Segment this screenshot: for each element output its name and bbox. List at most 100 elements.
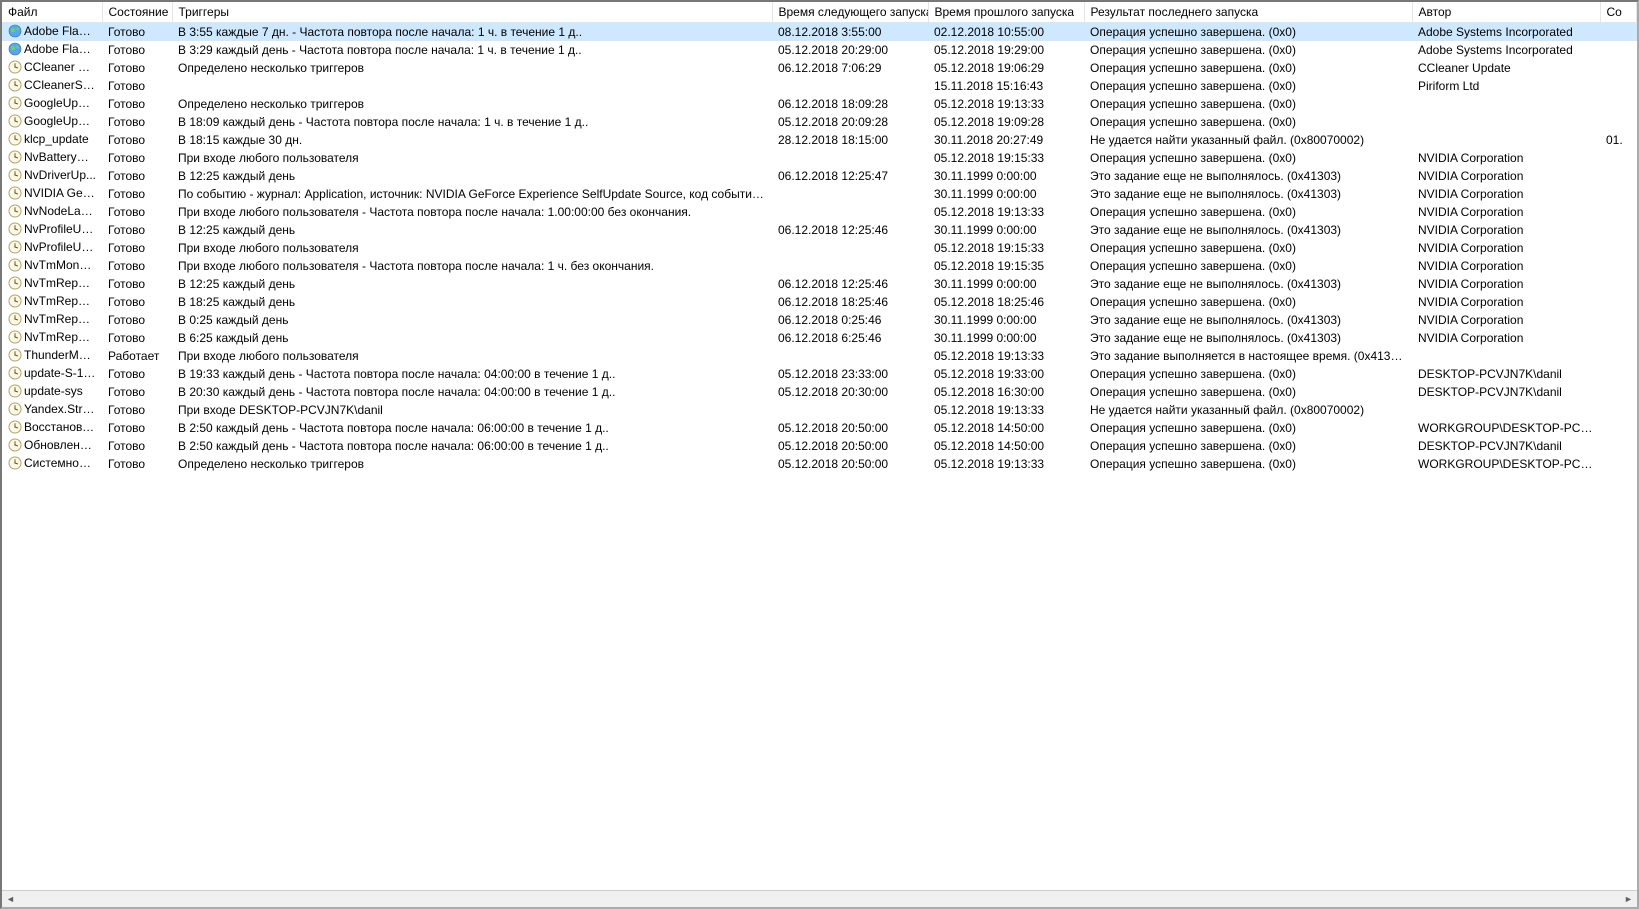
cell-next: 08.12.2018 3:55:00 <box>772 23 928 41</box>
table-row[interactable]: GoogleUpda...ГотовоОпределено несколько … <box>2 95 1637 113</box>
scroll-right-arrow-icon[interactable]: ► <box>1620 891 1637 908</box>
scroll-track[interactable] <box>19 891 1620 907</box>
cell-author: NVIDIA Corporation <box>1412 257 1600 275</box>
table-row[interactable]: Восстановл...ГотовоВ 2:50 каждый день - … <box>2 419 1637 437</box>
table-row[interactable]: NVIDIA GeF...ГотовоПо событию - журнал: … <box>2 185 1637 203</box>
cell-last: 05.12.2018 19:13:33 <box>928 203 1084 221</box>
cell-last: 02.12.2018 10:55:00 <box>928 23 1084 41</box>
table-row[interactable]: NvDriverUp...ГотовоВ 12:25 каждый день06… <box>2 167 1637 185</box>
cell-file: NVIDIA GeF... <box>2 185 102 203</box>
horizontal-scrollbar[interactable]: ◄ ► <box>2 890 1637 907</box>
tasks-table: Файл Состояние Триггеры Время следующего… <box>2 2 1637 473</box>
cell-result: Это задание выполняется в настоящее врем… <box>1084 347 1412 365</box>
table-row[interactable]: update-sysГотовоВ 20:30 каждый день - Ча… <box>2 383 1637 401</box>
cell-result: Операция успешно завершена. (0x0) <box>1084 95 1412 113</box>
cell-state: Готово <box>102 59 172 77</box>
cell-last: 05.12.2018 19:33:00 <box>928 365 1084 383</box>
scroll-left-arrow-icon[interactable]: ◄ <box>2 891 19 908</box>
cell-author: NVIDIA Corporation <box>1412 203 1600 221</box>
col-header-author[interactable]: Автор <box>1412 2 1600 23</box>
cell-co <box>1600 77 1637 95</box>
clock-icon <box>8 312 22 326</box>
col-header-co[interactable]: Co <box>1600 2 1637 23</box>
clock-icon <box>8 222 22 236</box>
cell-triggers: В 18:09 каждый день - Частота повтора по… <box>172 113 772 131</box>
table-row[interactable]: NvTmRepCR...ГотовоВ 0:25 каждый день06.1… <box>2 311 1637 329</box>
cell-result: Не удается найти указанный файл. (0x8007… <box>1084 401 1412 419</box>
cell-next <box>772 401 928 419</box>
table-row[interactable]: Adobe Flash...ГотовоВ 3:55 каждые 7 дн. … <box>2 23 1637 41</box>
table-scroll-area[interactable]: Файл Состояние Триггеры Время следующего… <box>2 2 1637 890</box>
cell-file: NvTmRepCR... <box>2 311 102 329</box>
cell-next <box>772 77 928 95</box>
cell-co <box>1600 185 1637 203</box>
cell-next: 06.12.2018 12:25:47 <box>772 167 928 185</box>
cell-next: 06.12.2018 18:09:28 <box>772 95 928 113</box>
cell-result: Операция успешно завершена. (0x0) <box>1084 257 1412 275</box>
table-row[interactable]: NvNodeLau...ГотовоПри входе любого польз… <box>2 203 1637 221</box>
table-row[interactable]: NvProfileUp...ГотовоПри входе любого пол… <box>2 239 1637 257</box>
cell-co <box>1600 149 1637 167</box>
table-row[interactable]: klcp_updateГотовоВ 18:15 каждые 30 дн.28… <box>2 131 1637 149</box>
cell-co <box>1600 437 1637 455</box>
cell-file: update-S-1-... <box>2 365 102 383</box>
cell-next: 06.12.2018 18:25:46 <box>772 293 928 311</box>
cell-state: Готово <box>102 401 172 419</box>
table-row[interactable]: Yandex.Strok...ГотовоПри входе DESKTOP-P… <box>2 401 1637 419</box>
cell-last: 05.12.2018 19:09:28 <box>928 113 1084 131</box>
cell-next <box>772 149 928 167</box>
clock-icon <box>8 420 22 434</box>
cell-last: 05.12.2018 14:50:00 <box>928 437 1084 455</box>
table-row[interactable]: Обновлени...ГотовоВ 2:50 каждый день - Ч… <box>2 437 1637 455</box>
cell-author <box>1412 401 1600 419</box>
table-row[interactable]: CCleanerSki...Готово15.11.2018 15:16:43О… <box>2 77 1637 95</box>
table-row[interactable]: NvTmRepCR...ГотовоВ 6:25 каждый день06.1… <box>2 329 1637 347</box>
cell-file: Adobe Flash... <box>2 23 102 41</box>
cell-next: 05.12.2018 20:50:00 <box>772 419 928 437</box>
cell-author <box>1412 95 1600 113</box>
cell-state: Готово <box>102 131 172 149</box>
col-header-state[interactable]: Состояние <box>102 2 172 23</box>
file-label: Adobe Flash... <box>24 42 101 56</box>
table-row[interactable]: ThunderMas...РаботаетПри входе любого по… <box>2 347 1637 365</box>
file-label: klcp_update <box>24 132 89 146</box>
cell-last: 05.12.2018 14:50:00 <box>928 419 1084 437</box>
cell-triggers: В 3:29 каждый день - Частота повтора пос… <box>172 41 772 59</box>
file-label: Yandex.Strok... <box>24 402 102 416</box>
cell-state: Работает <box>102 347 172 365</box>
cell-result: Операция успешно завершена. (0x0) <box>1084 113 1412 131</box>
cell-state: Готово <box>102 437 172 455</box>
table-row[interactable]: Adobe Flash...ГотовоВ 3:29 каждый день -… <box>2 41 1637 59</box>
cell-author: NVIDIA Corporation <box>1412 329 1600 347</box>
cell-state: Готово <box>102 455 172 473</box>
cell-last: 05.12.2018 16:30:00 <box>928 383 1084 401</box>
table-row[interactable]: NvTmRep_{...ГотовоВ 12:25 каждый день06.… <box>2 275 1637 293</box>
table-row[interactable]: Системное ...ГотовоОпределено несколько … <box>2 455 1637 473</box>
cell-state: Готово <box>102 239 172 257</box>
col-header-result[interactable]: Результат последнего запуска <box>1084 2 1412 23</box>
file-label: NvDriverUp... <box>24 168 96 182</box>
cell-co <box>1600 347 1637 365</box>
col-header-triggers[interactable]: Триггеры <box>172 2 772 23</box>
table-row[interactable]: CCleaner Up...ГотовоОпределено несколько… <box>2 59 1637 77</box>
cell-last: 30.11.2018 20:27:49 <box>928 131 1084 149</box>
cell-file: CCleanerSki... <box>2 77 102 95</box>
table-row[interactable]: GoogleUpda...ГотовоВ 18:09 каждый день -… <box>2 113 1637 131</box>
cell-triggers: При входе DESKTOP-PCVJN7K\danil <box>172 401 772 419</box>
table-row[interactable]: NvProfileUp...ГотовоВ 12:25 каждый день0… <box>2 221 1637 239</box>
table-row[interactable]: NvTmMon_{...ГотовоПри входе любого польз… <box>2 257 1637 275</box>
table-row[interactable]: update-S-1-...ГотовоВ 19:33 каждый день … <box>2 365 1637 383</box>
cell-result: Это задание еще не выполнялось. (0x41303… <box>1084 329 1412 347</box>
cell-triggers: При входе любого пользователя - Частота … <box>172 257 772 275</box>
table-row[interactable]: NvTmRepCR...ГотовоВ 18:25 каждый день06.… <box>2 293 1637 311</box>
table-row[interactable]: NvBatteryBo...ГотовоПри входе любого пол… <box>2 149 1637 167</box>
cell-result: Операция успешно завершена. (0x0) <box>1084 365 1412 383</box>
cell-co <box>1600 275 1637 293</box>
col-header-file[interactable]: Файл <box>2 2 102 23</box>
col-header-last[interactable]: Время прошлого запуска <box>928 2 1084 23</box>
cell-co <box>1600 221 1637 239</box>
cell-co <box>1600 167 1637 185</box>
cell-last: 05.12.2018 19:13:33 <box>928 95 1084 113</box>
col-header-next[interactable]: Время следующего запуска <box>772 2 928 23</box>
cell-file: Adobe Flash... <box>2 41 102 59</box>
